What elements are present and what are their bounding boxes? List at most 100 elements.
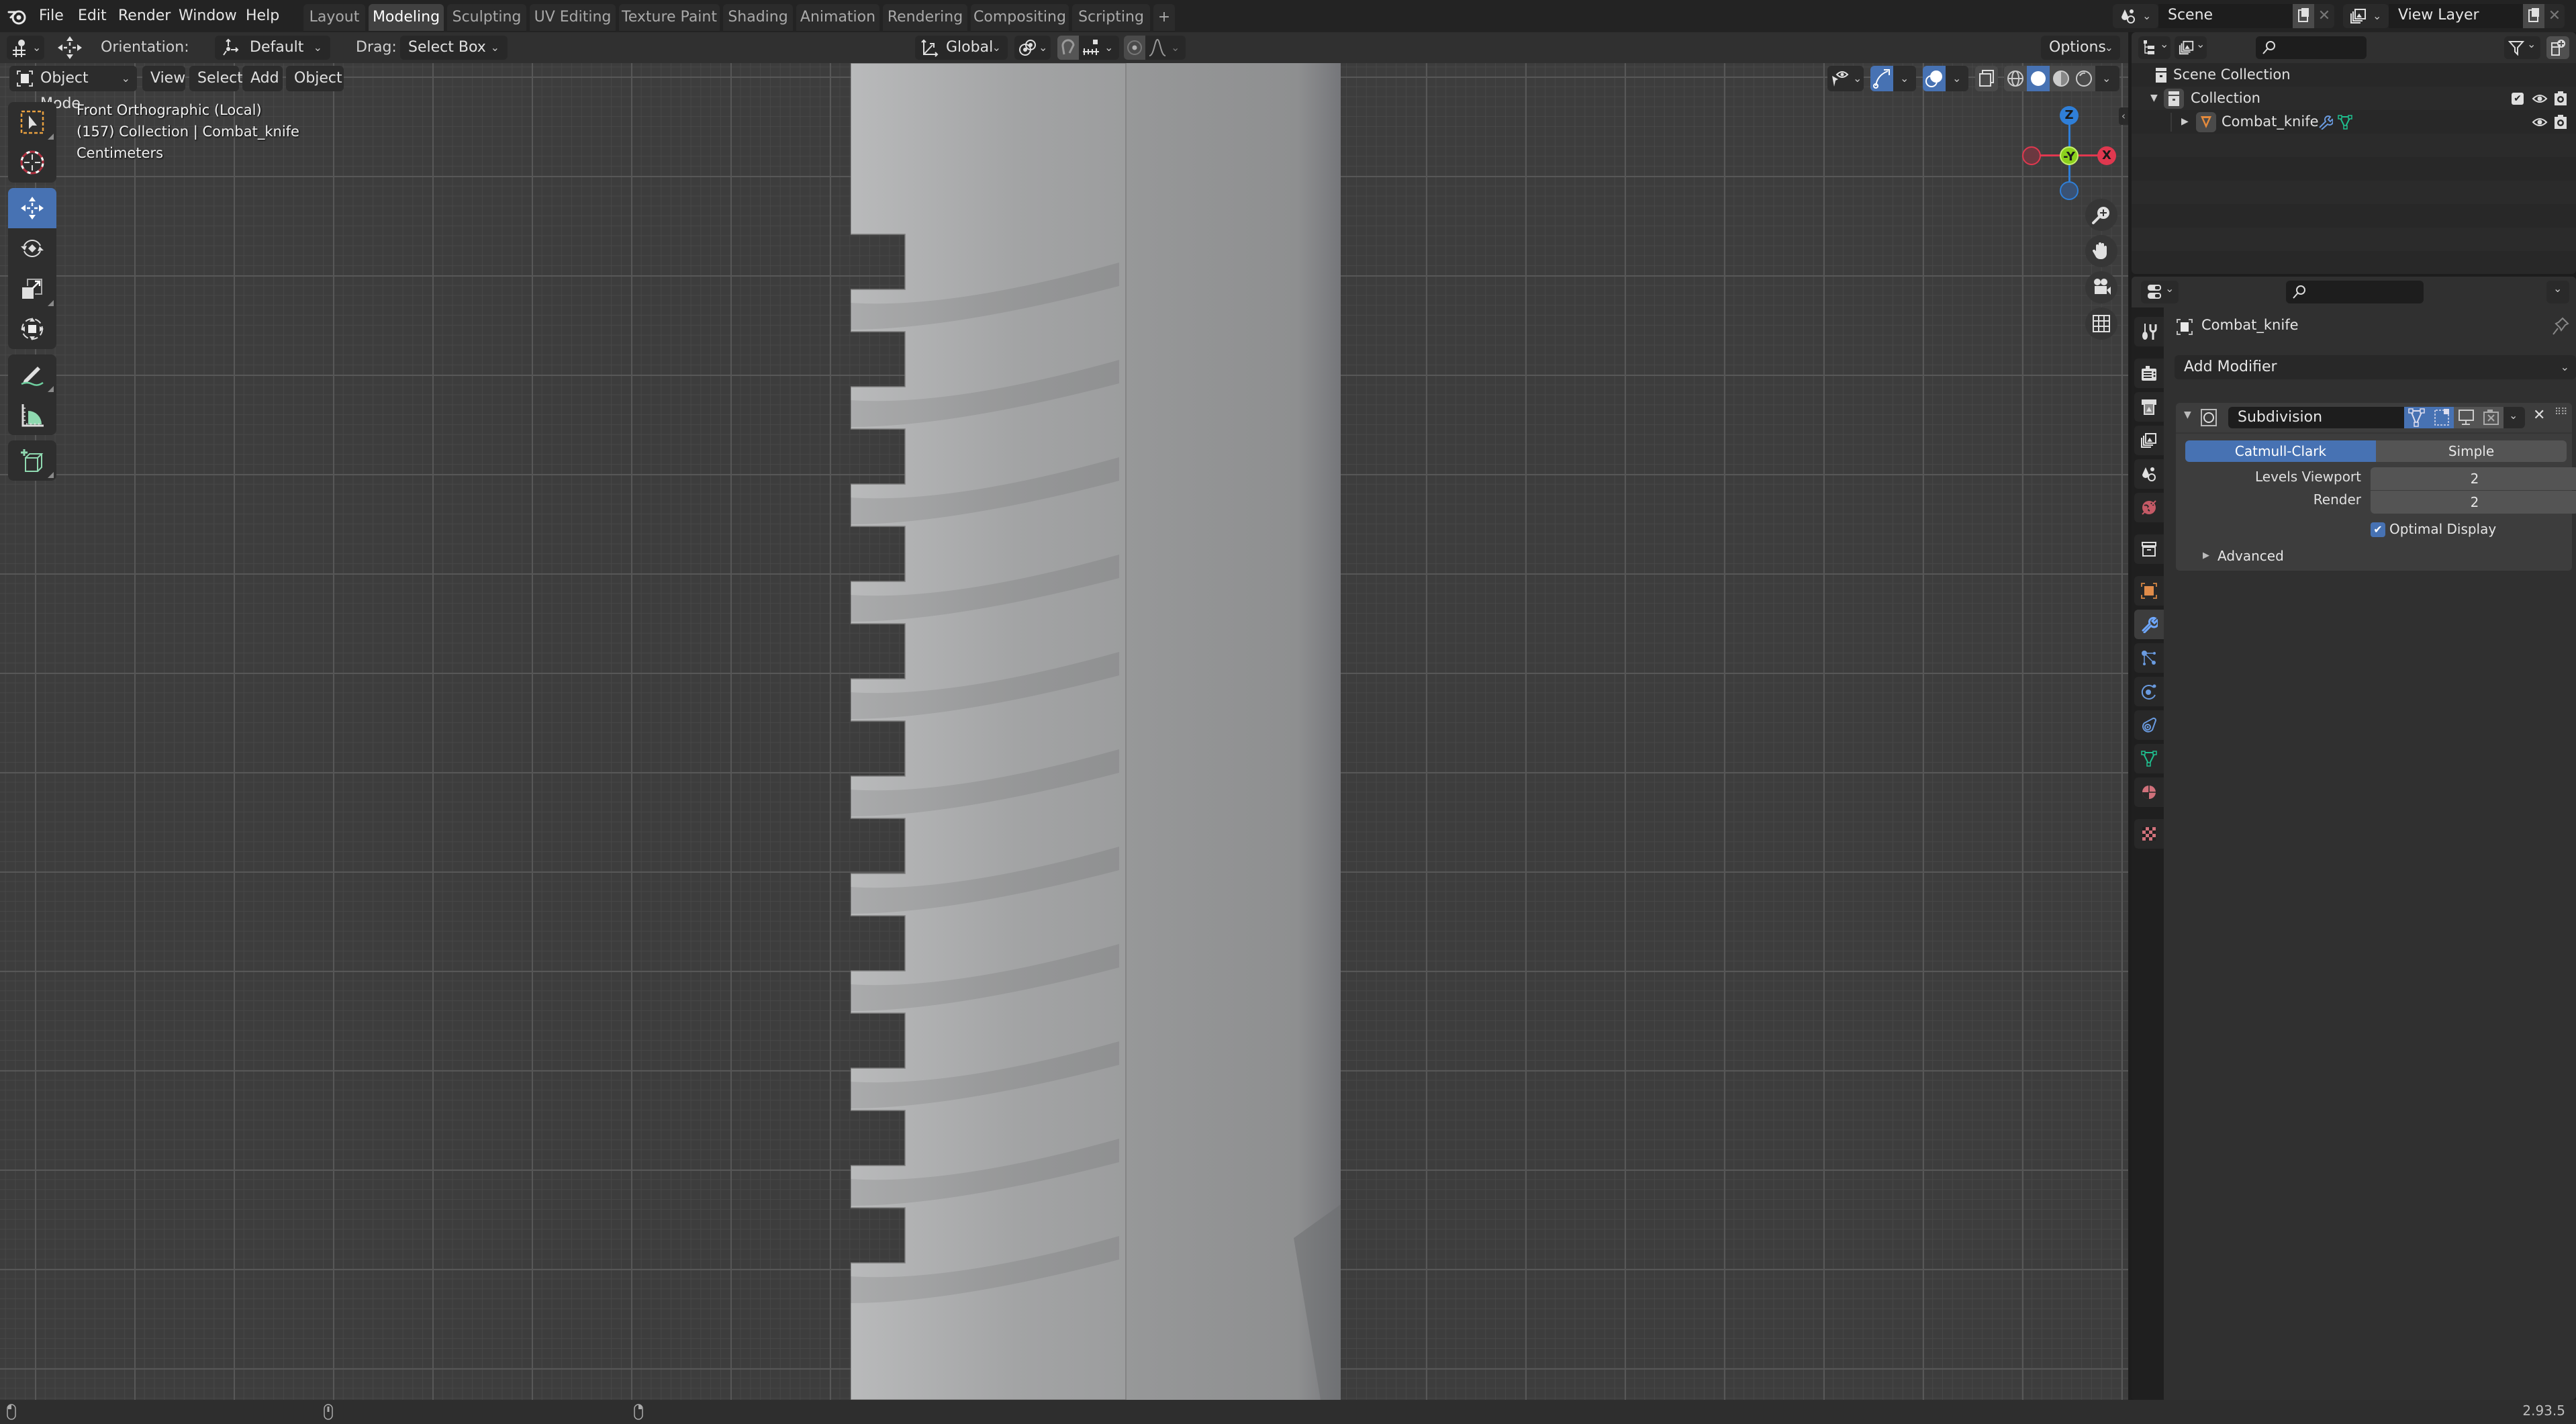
tab-constraints[interactable] <box>2134 710 2164 740</box>
transform-orientation-dropdown[interactable]: Global ⌄ <box>915 36 1008 60</box>
new-view-layer-button[interactable] <box>2523 4 2544 28</box>
drag-dropdown[interactable]: Select Box ⌄ <box>400 36 508 60</box>
optimal-display-checkbox[interactable]: ✔ <box>2371 522 2385 537</box>
exclude-checkbox[interactable]: ✔ <box>2512 93 2524 105</box>
gizmo-x-axis[interactable]: X <box>2097 146 2116 165</box>
tab-output[interactable] <box>2134 392 2164 422</box>
properties-search-input[interactable] <box>2286 281 2424 303</box>
tab-object-data[interactable] <box>2134 744 2164 773</box>
outliner-row-collection[interactable]: ▼ Collection ✔ <box>2132 87 2576 110</box>
tool-transform[interactable] <box>8 309 56 349</box>
tab-collection[interactable] <box>2134 534 2164 564</box>
properties-options-dropdown[interactable]: ⌄ <box>2546 281 2569 303</box>
levels-viewport-field[interactable]: 2 <box>2371 467 2576 490</box>
tool-annotate[interactable] <box>8 354 56 395</box>
options-dropdown[interactable]: Options ⌄ <box>2041 36 2120 60</box>
eye-icon[interactable] <box>2532 115 2548 129</box>
proportional-editing-toggle[interactable] <box>1124 36 1145 60</box>
3d-viewport[interactable]: Object Mode ⌄ View Select Add Object ⌄ ⌄… <box>0 63 2128 1400</box>
show-gizmo-toggle[interactable] <box>1870 66 1893 91</box>
render-toggle[interactable] <box>2479 407 2503 428</box>
edit-mode-toggle[interactable] <box>2404 407 2429 428</box>
tab-layout[interactable]: Layout <box>303 4 365 31</box>
combat-knife-mesh[interactable] <box>851 63 1341 1400</box>
shading-material-button[interactable] <box>2050 66 2072 91</box>
pan-view-button[interactable] <box>2085 235 2117 267</box>
menu-edit[interactable]: Edit <box>78 5 107 27</box>
camera-render-icon[interactable] <box>2553 114 2568 130</box>
tab-render[interactable] <box>2134 359 2164 388</box>
camera-view-button[interactable] <box>2085 271 2117 303</box>
advanced-subpanel-header[interactable]: Advanced <box>2217 548 2284 564</box>
outliner-row-combat-knife[interactable]: ▶ Combat_knife <box>2132 110 2576 134</box>
filter-view-layer-dropdown[interactable]: ⌄ <box>2175 36 2207 59</box>
render-levels-field[interactable]: 2 <box>2371 491 2576 514</box>
tool-measure[interactable] <box>8 395 56 435</box>
menu-add[interactable]: Add <box>242 66 283 91</box>
tab-material[interactable] <box>2134 777 2164 807</box>
overlay-toggle-group[interactable]: ⌄ <box>1923 66 1968 91</box>
outliner-row-scene-collection[interactable]: Scene Collection <box>2132 63 2576 87</box>
proportional-falloff-dropdown[interactable]: ⌄ <box>1145 36 1186 60</box>
new-collection-button[interactable] <box>2546 36 2569 59</box>
tab-sculpting[interactable]: Sculpting <box>447 4 526 31</box>
tab-texture[interactable] <box>2134 819 2164 849</box>
catmull-clark-button[interactable]: Catmull-Clark <box>2185 440 2376 462</box>
tab-view-layer[interactable] <box>2134 426 2164 455</box>
drag-handle-icon[interactable]: ⠿⠿ <box>2555 407 2567 418</box>
tool-scale[interactable] <box>8 269 56 309</box>
shading-wireframe-button[interactable] <box>2004 66 2027 91</box>
zoom-view-button[interactable] <box>2085 199 2117 231</box>
tab-modifiers[interactable] <box>2134 610 2164 639</box>
shading-rendered-button[interactable] <box>2072 66 2095 91</box>
filter-dropdown[interactable]: ⌄ <box>2504 36 2540 59</box>
delete-scene-button[interactable]: ✕ <box>2314 4 2334 28</box>
menu-object[interactable]: Object <box>286 66 344 91</box>
tab-world[interactable] <box>2134 493 2164 522</box>
pin-icon[interactable] <box>2552 317 2569 336</box>
gizmo-neg-z-axis[interactable] <box>2060 181 2079 200</box>
menu-render[interactable]: Render <box>118 5 171 27</box>
simple-button[interactable]: Simple <box>2376 440 2567 462</box>
scene-name-field[interactable]: Scene <box>2158 4 2293 28</box>
gizmo-z-axis[interactable]: Z <box>2060 106 2079 125</box>
tab-scripting[interactable]: Scripting <box>1072 4 1150 31</box>
sidebar-toggle-arrow[interactable]: ‹ <box>2119 107 2128 125</box>
gizmo-neg-x-axis[interactable] <box>2022 146 2041 165</box>
modifier-extra-dropdown[interactable]: ⌄ <box>2503 407 2525 428</box>
editor-type-dropdown[interactable]: ⌄ <box>2141 281 2179 303</box>
tab-particles[interactable] <box>2134 643 2164 673</box>
camera-render-icon[interactable] <box>2553 91 2568 107</box>
add-modifier-dropdown[interactable]: Add Modifier ⌄ <box>2175 355 2576 379</box>
modifier-wrench-icon[interactable] <box>2317 115 2333 130</box>
delete-view-layer-button[interactable]: ✕ <box>2544 4 2565 28</box>
expand-arrow-icon[interactable]: ▼ <box>2150 87 2158 110</box>
outliner-search-input[interactable] <box>2256 36 2367 59</box>
view-layer-browse-button[interactable]: ⌄ <box>2343 4 2389 28</box>
snap-target-dropdown[interactable]: ⌄ <box>1079 36 1119 60</box>
tab-physics[interactable] <box>2134 677 2164 706</box>
expand-arrow-icon[interactable]: ▶ <box>2181 110 2189 134</box>
tab-uv-editing[interactable]: UV Editing <box>530 4 616 31</box>
orientation-dropdown[interactable]: Default ⌄ <box>215 36 330 60</box>
shading-solid-button[interactable] <box>2027 66 2050 91</box>
toggle-ortho-button[interactable] <box>2085 307 2117 340</box>
tool-select-box[interactable] <box>8 102 56 142</box>
view-layer-name-field[interactable]: View Layer <box>2389 4 2523 28</box>
tool-rotate[interactable] <box>8 228 56 269</box>
collapse-arrow-icon[interactable]: ▼ <box>2184 410 2191 420</box>
shading-mode-group[interactable]: ⌄ <box>2004 66 2119 91</box>
tool-cursor[interactable] <box>8 142 56 183</box>
navigation-gizmo[interactable]: Z X -Y <box>2018 103 2119 204</box>
tab-shading[interactable]: Shading <box>723 4 793 31</box>
menu-window[interactable]: Window <box>179 5 237 27</box>
expand-arrow-icon[interactable]: ▶ <box>2203 551 2209 561</box>
new-scene-button[interactable] <box>2293 4 2314 28</box>
menu-help[interactable]: Help <box>246 5 279 27</box>
viewport-display-toggle[interactable] <box>2454 407 2479 428</box>
selectability-visibility-dropdown[interactable]: ⌄ <box>1827 66 1864 91</box>
tab-animation[interactable]: Animation <box>796 4 879 31</box>
snap-toggle[interactable] <box>1057 36 1079 60</box>
tab-rendering[interactable]: Rendering <box>883 4 967 31</box>
show-overlays-toggle[interactable] <box>1923 66 1946 91</box>
